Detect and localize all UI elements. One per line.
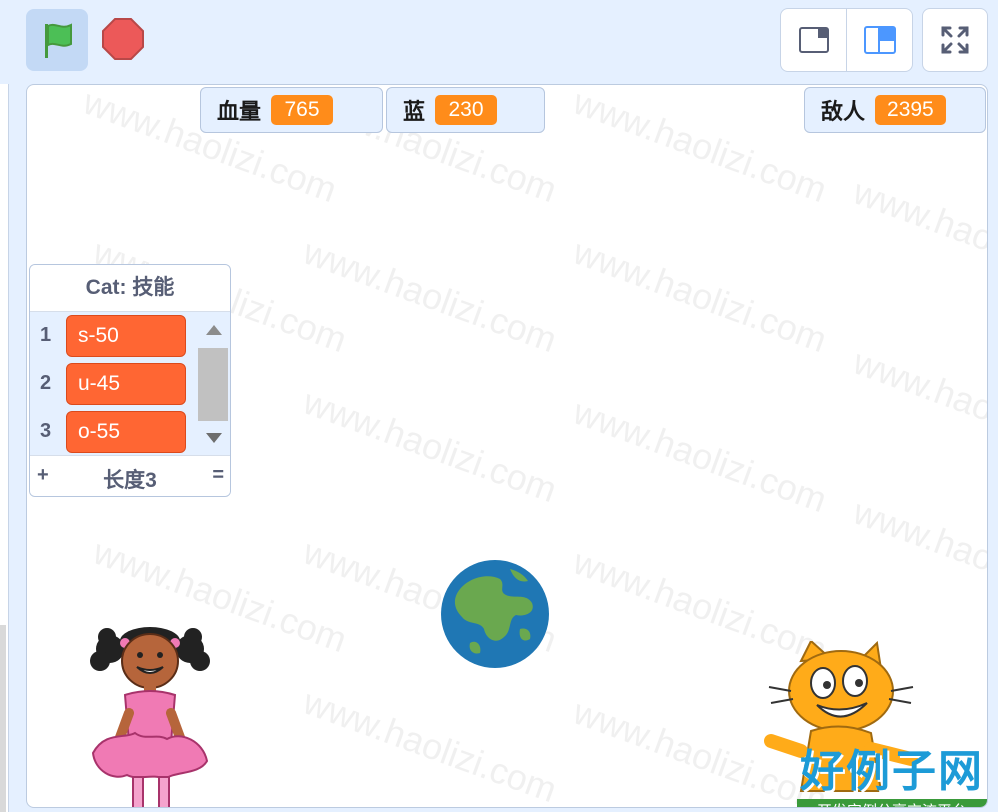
earth-sprite[interactable] [440,559,550,669]
watermark-text: www.haolizi.com [298,380,563,511]
left-panel-scrollbar[interactable] [0,625,6,812]
ballerina-sprite[interactable] [85,621,215,808]
list-length: 长度3 [103,469,157,492]
normal-stage-layout-icon [863,26,896,54]
variable-monitor-enemy[interactable]: 敌人 2395 [804,87,986,133]
small-stage-button[interactable] [781,9,846,71]
list-item: 2 u-45 [30,360,202,408]
watermark-text: www.haolizi.com [568,84,833,211]
list-item: 3 o-55 [30,408,202,456]
scroll-down-icon[interactable] [206,433,222,443]
monitor-label: 敌人 [821,99,866,124]
fullscreen-icon [941,26,969,54]
logo-main-text: 好例子网 [800,746,984,797]
watermark-text: www.haolizi.com [298,680,563,808]
list-scrollbar[interactable] [198,313,230,455]
fullscreen-button[interactable] [922,8,988,72]
small-stage-layout-icon [798,27,829,53]
list-title: Cat: 技能 [30,265,230,312]
scroll-up-icon[interactable] [206,325,222,335]
monitor-value: 230 [435,95,498,125]
watermark-text: www.haolizi.com [298,230,563,361]
list-index: 2 [40,372,52,394]
list-footer: + 长度3 = [30,455,230,496]
monitor-label: 血量 [217,99,262,124]
variable-monitor-health[interactable]: 血量 765 [200,87,383,133]
stop-sign-icon [102,18,144,60]
watermark-text: www.haolizi.com [568,390,833,521]
list-monitor-skills[interactable]: Cat: 技能 1 s-50 2 u-45 3 o-55 + 长度3 = [29,264,231,497]
watermark-text: www.haolizi.com [848,340,988,471]
list-value[interactable]: o-55 [66,411,186,453]
green-flag-icon [45,23,72,58]
stage-canvas[interactable]: www.haolizi.com www.haolizi.com www.haol… [26,84,988,808]
stop-button[interactable] [98,14,148,64]
monitor-value: 765 [271,95,334,125]
list-item: 1 s-50 [30,312,202,360]
watermark-text: www.haolizi.com [848,170,988,301]
watermark-text: www.haolizi.com [848,490,988,621]
stage-layout-toggle [780,8,913,72]
scroll-thumb[interactable] [198,348,228,421]
monitor-label: 蓝 [403,99,426,124]
list-resize-handle[interactable]: = [212,464,224,487]
watermark-text: www.haolizi.com [568,230,833,361]
variable-monitor-mana[interactable]: 蓝 230 [386,87,545,133]
monitor-value: 2395 [875,95,946,125]
list-value[interactable]: u-45 [66,363,186,405]
list-index: 3 [40,420,52,442]
green-flag-button[interactable] [26,9,88,71]
logo-sub-text: 开发实例分享交流平台 [797,799,987,807]
normal-stage-button[interactable] [846,9,912,71]
list-index: 1 [40,324,52,346]
list-value[interactable]: s-50 [66,315,186,357]
site-logo-watermark: 好例子网 开发实例分享交流平台 [797,735,987,807]
